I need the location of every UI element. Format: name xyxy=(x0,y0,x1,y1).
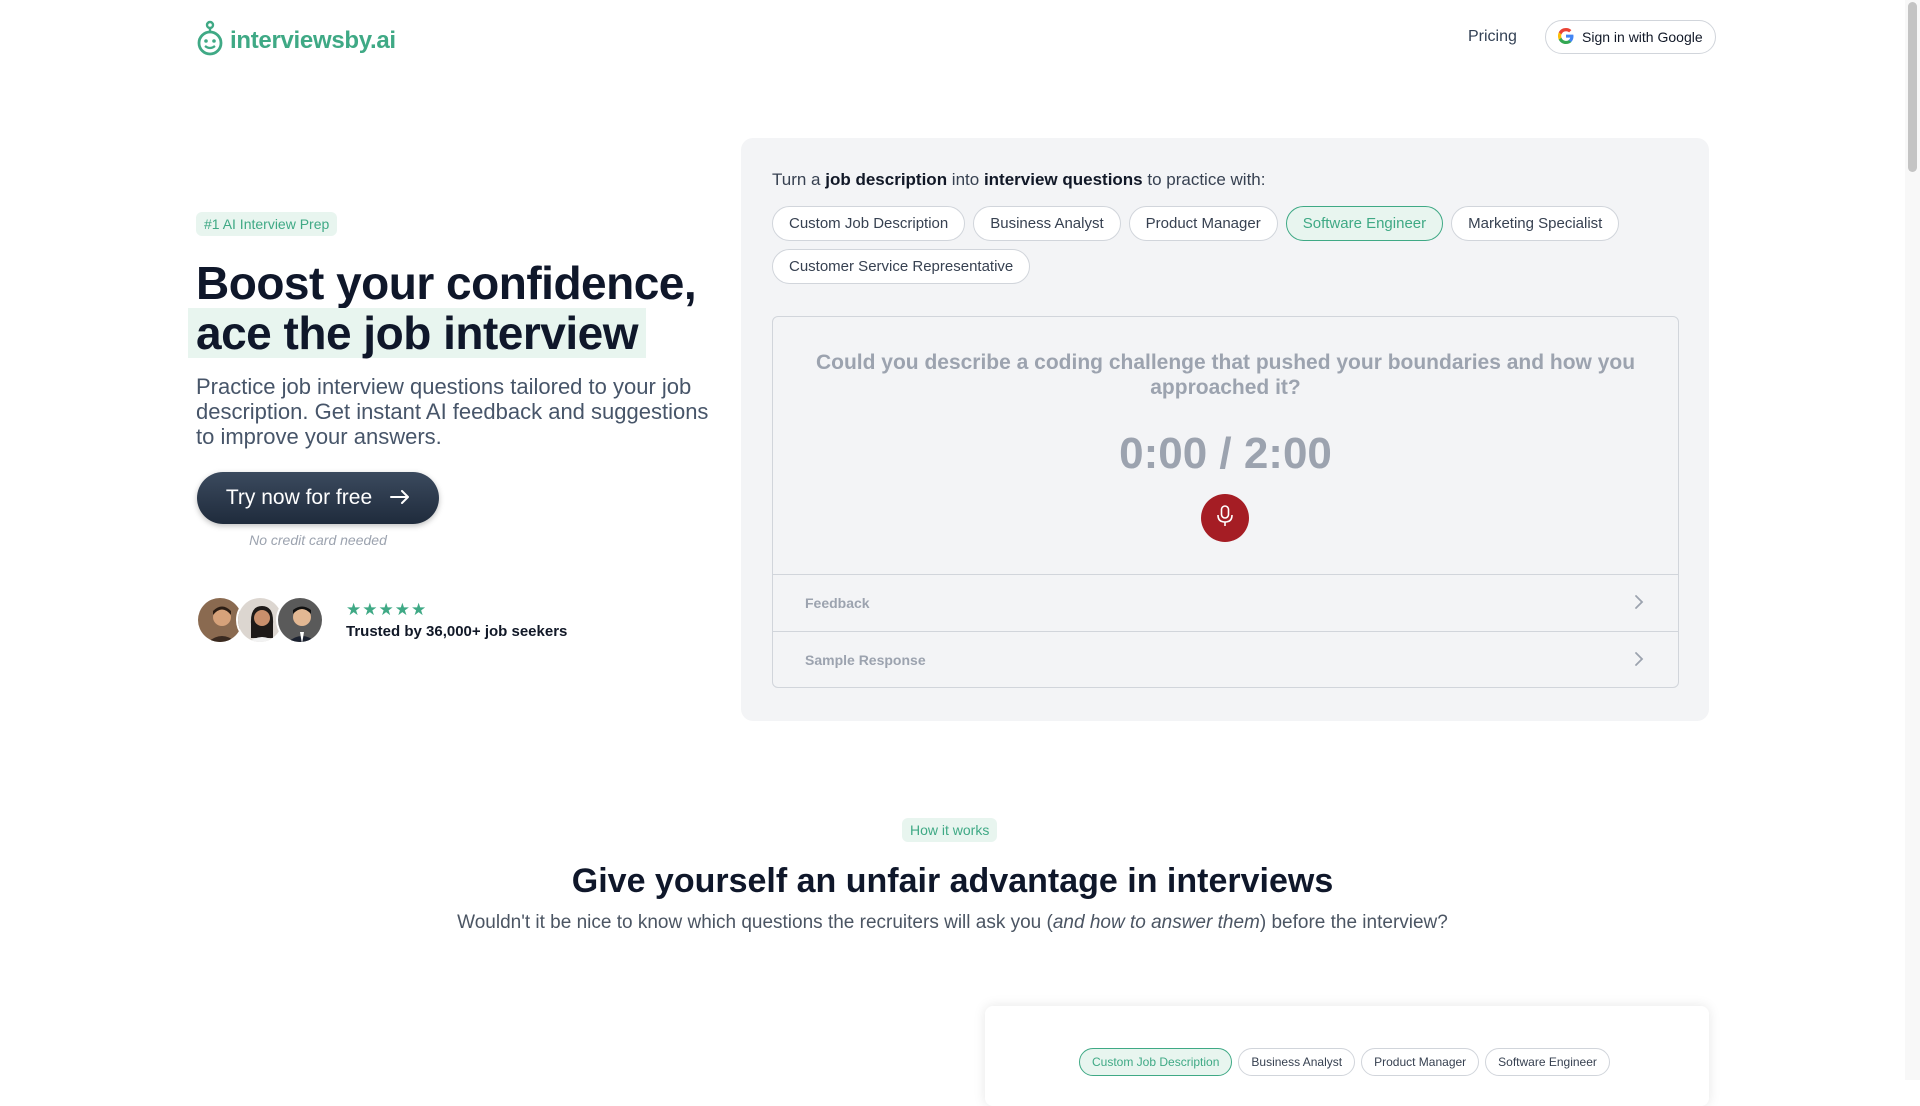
brand-name: interviewsby.ai xyxy=(230,26,396,54)
role-chip-software-engineer[interactable]: Software Engineer xyxy=(1285,206,1444,241)
intro-text: into xyxy=(947,170,984,189)
no-credit-card-note: No credit card needed xyxy=(249,532,387,548)
arrow-right-icon xyxy=(390,486,410,510)
chevron-right-icon xyxy=(1634,594,1644,613)
chevron-right-icon xyxy=(1634,651,1644,670)
practice-intro: Turn a job description into interview qu… xyxy=(772,170,1265,190)
hero-subtitle: Practice job interview questions tailore… xyxy=(196,374,709,449)
interview-question: Could you describe a coding challenge th… xyxy=(815,351,1636,399)
sample-response-label: Sample Response xyxy=(805,652,926,668)
role-chip-marketing-specialist[interactable]: Marketing Specialist xyxy=(1451,206,1620,241)
nav-pricing-link[interactable]: Pricing xyxy=(1468,28,1517,46)
role-chip-business-analyst[interactable]: Business Analyst xyxy=(973,206,1121,241)
role-chip-custom-job-description[interactable]: Custom Job Description xyxy=(772,206,966,241)
sign-in-label: Sign in with Google xyxy=(1582,29,1703,45)
sign-in-with-google-button[interactable]: Sign in with Google xyxy=(1545,20,1716,54)
section-title: Give yourself an unfair advantage in int… xyxy=(571,862,1334,900)
intro-text: to practice with: xyxy=(1142,170,1266,189)
subtitle-text: Wouldn't it be nice to know which questi… xyxy=(457,912,1053,933)
rating-stars: ★★★★★ xyxy=(346,600,428,619)
role-chip-customer-service-representative[interactable]: Customer Service Representative xyxy=(772,249,1031,284)
feedback-accordion[interactable]: Feedback xyxy=(773,574,1678,631)
feedback-label: Feedback xyxy=(805,595,870,611)
section-subtitle: Wouldn't it be nice to know which questi… xyxy=(0,912,1905,934)
user-avatars xyxy=(196,596,324,644)
hero-title-line2: ace the job interview xyxy=(188,308,646,358)
avatar xyxy=(276,596,324,644)
try-now-label: Try now for free xyxy=(225,486,373,509)
google-icon xyxy=(1558,27,1574,47)
sample-response-accordion[interactable]: Sample Response xyxy=(773,631,1678,687)
subtitle-text: ) before the interview? xyxy=(1259,912,1448,933)
preview-chip-product-manager[interactable]: Product Manager xyxy=(1361,1048,1480,1076)
hero-title: Boost your confidence, ace the job inter… xyxy=(188,257,697,358)
trusted-by-text: Trusted by 36,000+ job seekers xyxy=(346,623,568,640)
preview-chip-custom-job-description[interactable]: Custom Job Description xyxy=(1079,1048,1233,1076)
hero-title-line1: Boost your confidence, xyxy=(196,257,697,309)
subtitle-emphasis: and how to answer them xyxy=(1052,912,1260,933)
how-it-works-badge: How it works xyxy=(902,818,998,842)
recording-timer: 0:00 / 2:00 xyxy=(1119,429,1332,478)
preview-role-chips: Custom Job Description Business Analyst Pr… xyxy=(1079,1048,1610,1076)
hero-badge: #1 AI Interview Prep xyxy=(196,212,338,236)
intro-bold-interview-questions: interview questions xyxy=(983,170,1143,189)
record-button[interactable] xyxy=(1201,494,1249,542)
scrollbar-thumb[interactable] xyxy=(1908,2,1917,172)
intro-bold-job-description: job description xyxy=(825,170,948,189)
robot-logo-icon xyxy=(196,20,224,61)
microphone-icon xyxy=(1215,504,1235,532)
try-now-button[interactable]: Try now for free xyxy=(197,472,439,524)
preview-chip-business-analyst[interactable]: Business Analyst xyxy=(1238,1048,1356,1076)
intro-text: Turn a xyxy=(772,170,826,189)
logo[interactable]: interviewsby.ai xyxy=(196,20,396,61)
role-chips: Custom Job Description Business Analyst Pr… xyxy=(772,206,1672,284)
preview-chip-software-engineer[interactable]: Software Engineer xyxy=(1485,1048,1610,1076)
question-card: Could you describe a coding challenge th… xyxy=(772,316,1679,688)
role-chip-product-manager[interactable]: Product Manager xyxy=(1128,206,1278,241)
